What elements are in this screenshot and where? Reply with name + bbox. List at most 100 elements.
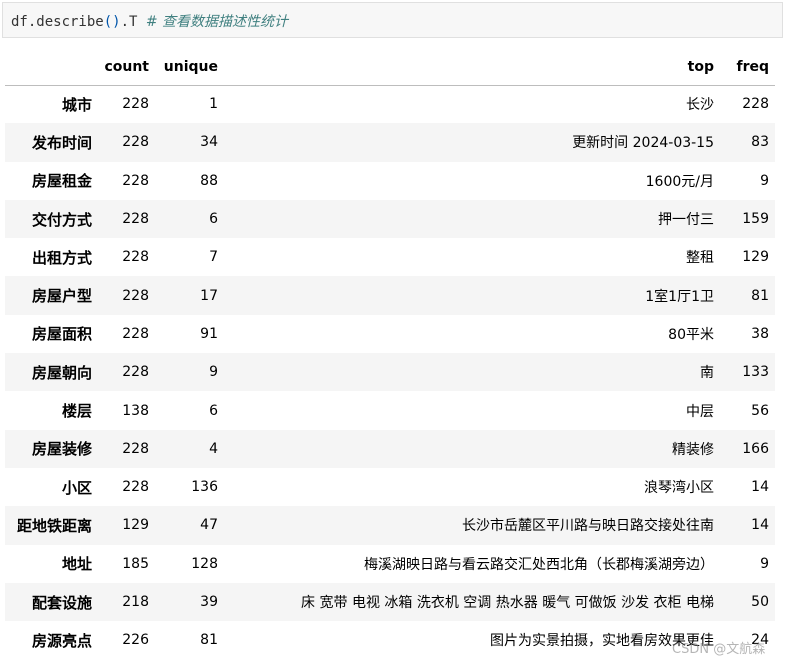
cell-top: 图片为实景拍摄，实地看房效果更佳 xyxy=(490,633,714,650)
cell-freq: 14 xyxy=(751,517,769,534)
cell-freq: 9 xyxy=(760,172,769,189)
code-cell[interactable]: df.describe().T # 查看数据描述性统计 xyxy=(2,2,783,38)
cell-unique: 47 xyxy=(200,517,218,534)
cell-count: 226 xyxy=(122,632,149,649)
table-row: 地址 185 128 梅溪湖映日路与看云路交汇处西北角（长郡梅溪湖旁边） 9 xyxy=(5,545,775,583)
cell-unique: 1 xyxy=(209,96,218,113)
cell-top: 80平米 xyxy=(668,326,714,343)
row-index-label: 房源亮点 xyxy=(31,631,92,650)
code-comment: # 查看数据描述性统计 xyxy=(145,14,289,30)
row-index-label: 楼层 xyxy=(61,402,92,421)
header-unique: unique xyxy=(155,49,224,86)
table-row: 出租方式 228 7 整租 129 xyxy=(5,238,775,276)
cell-freq: 9 xyxy=(760,555,769,572)
table-row: 交付方式 228 6 押一付三 159 xyxy=(5,199,775,239)
cell-unique: 81 xyxy=(200,632,218,649)
cell-top: 浪琴湾小区 xyxy=(644,480,714,497)
row-index-label: 房屋面积 xyxy=(31,325,92,344)
cell-unique: 17 xyxy=(200,287,218,304)
row-index-label: 出租方式 xyxy=(31,248,92,267)
table-body: 城市 228 1 长沙 228 发布时间 228 34 更新时间 2024-03-15 83 房屋租… xyxy=(5,85,775,659)
cell-top: 长沙市岳麓区平川路与映日路交接处往南 xyxy=(462,518,714,535)
cell-freq: 228 xyxy=(742,96,769,113)
cell-count: 138 xyxy=(122,402,149,419)
cell-count: 228 xyxy=(122,172,149,189)
cell-top: 长沙 xyxy=(686,97,714,114)
cell-top: 1600元/月 xyxy=(645,173,714,190)
row-index-label: 房屋装修 xyxy=(31,440,92,459)
table-header: count unique top freq xyxy=(5,49,775,86)
code-line[interactable]: df.describe().T # 查看数据描述性统计 xyxy=(11,11,288,31)
code-parens: () xyxy=(103,14,121,30)
cell-count: 185 xyxy=(122,555,149,572)
row-index-label: 距地铁距离 xyxy=(16,516,92,535)
cell-freq: 129 xyxy=(742,249,769,266)
cell-freq: 166 xyxy=(742,440,769,457)
header-count: count xyxy=(98,49,155,86)
cell-unique: 4 xyxy=(209,440,218,457)
cell-count: 228 xyxy=(122,211,149,228)
cell-top: 梅溪湖映日路与看云路交汇处西北角（长郡梅溪湖旁边） xyxy=(364,556,714,573)
header-freq: freq xyxy=(720,49,775,86)
header-index xyxy=(5,49,98,86)
row-index-label: 房屋租金 xyxy=(31,172,92,191)
cell-freq: 159 xyxy=(742,211,769,228)
cell-top: 床 宽带 电视 冰箱 洗衣机 空调 热水器 暖气 可做饭 沙发 衣柜 电梯 xyxy=(301,595,714,611)
describe-table: count unique top freq 城市 228 1 长沙 228 发布时间 228… xyxy=(5,49,775,659)
table-row: 发布时间 228 34 更新时间 2024-03-15 83 xyxy=(5,123,775,162)
row-index-label: 小区 xyxy=(61,478,92,497)
cell-freq: 38 xyxy=(751,325,769,342)
cell-count: 228 xyxy=(122,287,149,304)
cell-freq: 56 xyxy=(751,402,769,419)
cell-unique: 39 xyxy=(200,594,218,610)
cell-count: 228 xyxy=(122,364,149,381)
cell-count: 228 xyxy=(122,440,149,457)
cell-top: 押一付三 xyxy=(658,212,714,229)
code-suffix: .T xyxy=(120,14,138,30)
cell-top: 整租 xyxy=(686,250,714,267)
cell-count: 228 xyxy=(122,96,149,113)
cell-top: 1室1厅1卫 xyxy=(645,288,714,305)
cell-count: 129 xyxy=(122,517,149,534)
row-index-label: 交付方式 xyxy=(31,210,92,229)
row-index-label: 地址 xyxy=(61,555,92,574)
table-row: 房屋租金 228 88 1600元/月 9 xyxy=(5,162,775,200)
table-row: 房屋朝向 228 9 南 133 xyxy=(5,353,775,392)
cell-top: 精装修 xyxy=(672,441,714,458)
cell-unique: 6 xyxy=(209,211,218,228)
code-text: df.describe xyxy=(11,14,104,30)
cell-unique: 34 xyxy=(200,134,218,151)
cell-freq: 14 xyxy=(751,479,769,496)
cell-count: 228 xyxy=(122,479,149,496)
header-row: count unique top freq xyxy=(5,49,775,86)
table-row: 房屋装修 228 4 精装修 166 xyxy=(5,429,775,468)
cell-unique: 7 xyxy=(209,249,218,266)
row-index-label: 发布时间 xyxy=(31,133,92,152)
table-row: 房屋面积 228 91 80平米 38 xyxy=(5,315,775,353)
cell-freq: 83 xyxy=(751,134,769,151)
cell-unique: 136 xyxy=(191,479,218,496)
table-row: 城市 228 1 长沙 228 xyxy=(5,85,775,123)
cell-top: 更新时间 2024-03-15 xyxy=(572,135,714,152)
cell-top: 中层 xyxy=(686,403,714,420)
table-row: 楼层 138 6 中层 56 xyxy=(5,391,775,429)
cell-unique: 9 xyxy=(209,364,218,381)
row-index-label: 房屋朝向 xyxy=(31,363,92,382)
table-row: 配套设施 218 39 床 宽带 电视 冰箱 洗衣机 空调 热水器 暖气 可做饭 沙发… xyxy=(5,582,775,622)
table-row: 房屋户型 228 17 1室1厅1卫 81 xyxy=(5,276,775,315)
cell-unique: 91 xyxy=(200,325,218,342)
cell-count: 228 xyxy=(122,249,149,266)
header-top: top xyxy=(224,49,720,86)
cell-count: 228 xyxy=(122,134,149,151)
cell-freq: 81 xyxy=(751,287,769,304)
cell-unique: 88 xyxy=(200,172,218,189)
table-row: 房源亮点 226 81 图片为实景拍摄，实地看房效果更佳 24 xyxy=(5,621,775,659)
cell-freq: 50 xyxy=(751,594,769,610)
cell-unique: 128 xyxy=(191,555,218,572)
row-index-label: 房屋户型 xyxy=(31,287,92,306)
row-index-label: 配套设施 xyxy=(31,593,92,612)
cell-count: 228 xyxy=(122,325,149,342)
cell-unique: 6 xyxy=(209,402,218,419)
watermark-text: CSDN @文航森 xyxy=(672,642,766,657)
cell-count: 218 xyxy=(122,594,149,610)
